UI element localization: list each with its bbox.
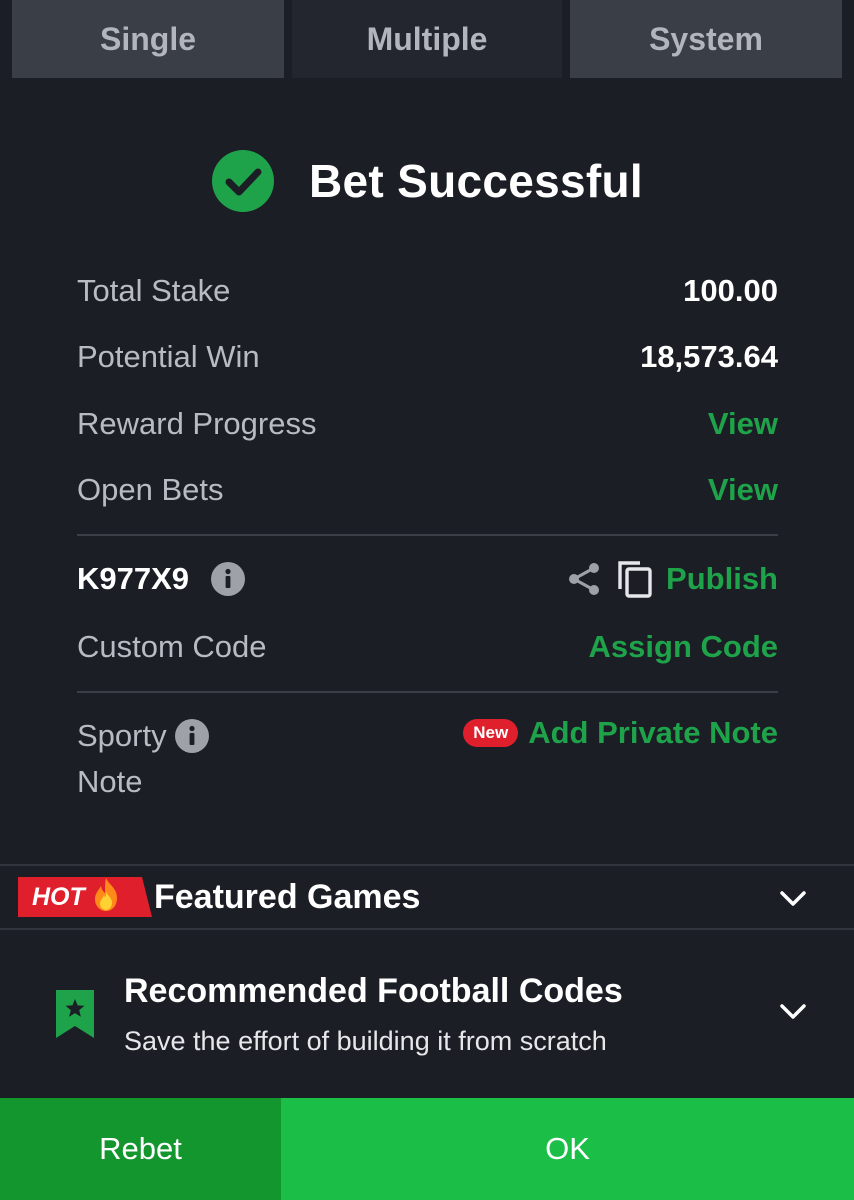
hot-badge-text: HOT [32, 882, 85, 911]
info-icon[interactable] [211, 562, 246, 596]
ok-button[interactable]: OK [281, 1098, 854, 1200]
reward-progress-label: Reward Progress [77, 406, 317, 441]
potential-win-label: Potential Win [77, 339, 260, 374]
recommended-codes-subtitle: Save the effort of building it from scra… [124, 1026, 607, 1056]
share-icon[interactable] [566, 561, 602, 597]
tab-single[interactable]: Single [12, 0, 284, 78]
fire-icon [94, 878, 117, 911]
bet-type-tabs: Single Multiple System [0, 0, 854, 79]
chevron-down-icon[interactable] [779, 890, 807, 908]
bet-success-header: Bet Successful [0, 146, 854, 216]
sporty-note-label: Sporty Note [77, 718, 167, 799]
add-private-note-link[interactable]: Add Private Note [528, 715, 778, 751]
reward-progress-view-link[interactable]: View [708, 406, 778, 442]
recommended-codes-section[interactable]: Recommended Football Codes Save the effo… [0, 932, 854, 1098]
booking-code: K977X9 [77, 561, 190, 596]
hot-badge: HOT [18, 877, 152, 917]
booking-code-actions: Publish [566, 559, 778, 599]
recommended-codes-title: Recommended Football Codes [124, 972, 623, 1010]
tab-system[interactable]: System [570, 0, 842, 78]
open-bets-view-link[interactable]: View [708, 472, 778, 508]
featured-games-title: Featured Games [154, 877, 421, 916]
divider [77, 534, 778, 536]
booking-code-group: K977X9 [77, 561, 246, 597]
divider [77, 691, 778, 693]
bookmark-star-icon [56, 990, 94, 1038]
sporty-note-row: Sporty Note New Add Private Note [77, 713, 778, 805]
info-icon[interactable] [175, 719, 209, 753]
total-stake-label: Total Stake [77, 273, 231, 308]
check-circle-icon [212, 150, 274, 212]
custom-code-label: Custom Code [77, 629, 267, 664]
rebet-button[interactable]: Rebet [0, 1098, 281, 1200]
custom-code-row: Custom Code Assign Code [77, 626, 778, 668]
open-bets-label: Open Bets [77, 472, 224, 507]
potential-win-value: 18,573.64 [640, 339, 778, 374]
new-badge: New [463, 719, 519, 747]
open-bets-row: Open Bets View [77, 469, 778, 511]
add-note-group: New Add Private Note [463, 715, 778, 751]
tab-multiple[interactable]: Multiple [292, 0, 562, 78]
total-stake-row: Total Stake 100.00 [77, 270, 778, 312]
booking-code-row: K977X9 Publish [77, 556, 778, 602]
total-stake-value: 100.00 [683, 273, 778, 308]
chevron-down-icon[interactable] [779, 1003, 807, 1021]
featured-games-header[interactable]: HOT Featured Games [0, 864, 854, 930]
copy-icon[interactable] [616, 559, 654, 599]
publish-link[interactable]: Publish [666, 561, 778, 597]
sporty-note-group: Sporty Note [77, 713, 209, 805]
success-title: Bet Successful [309, 155, 643, 207]
assign-code-link[interactable]: Assign Code [589, 629, 778, 665]
potential-win-row: Potential Win 18,573.64 [77, 336, 778, 378]
reward-progress-row: Reward Progress View [77, 403, 778, 445]
